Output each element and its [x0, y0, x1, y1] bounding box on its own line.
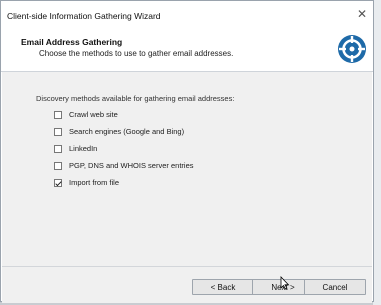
option-label: Search engines (Google and Bing): [69, 127, 185, 136]
checkbox-search-engines[interactable]: [54, 128, 62, 136]
target-crosshair-icon: [338, 35, 366, 63]
checkbox-linkedin[interactable]: [54, 145, 62, 153]
option-label: PGP, DNS and WHOIS server entries: [69, 161, 194, 170]
page-title: Email Address Gathering: [21, 37, 123, 47]
close-icon[interactable]: ✕: [357, 7, 367, 21]
page-subtitle: Choose the methods to use to gather emai…: [39, 49, 234, 58]
title-bar: Client-side Information Gathering Wizard…: [1, 1, 373, 30]
wizard-dialog: Client-side Information Gathering Wizard…: [0, 0, 374, 303]
option-label: LinkedIn: [69, 144, 98, 153]
option-label: Crawl web site: [69, 110, 118, 119]
cancel-button[interactable]: Cancel: [304, 279, 366, 295]
checkbox-crawl-web-site[interactable]: [54, 111, 62, 119]
wizard-header: Email Address Gathering Choose the metho…: [1, 29, 373, 72]
back-button[interactable]: < Back: [192, 279, 254, 295]
mouse-cursor-icon: [280, 276, 290, 290]
checkbox-import-from-file[interactable]: [54, 179, 62, 187]
wizard-footer: < Back Next > Cancel: [2, 266, 372, 303]
wizard-content: Discovery methods available for gatherin…: [2, 72, 372, 266]
methods-label: Discovery methods available for gatherin…: [36, 94, 235, 103]
option-label: Import from file: [69, 178, 120, 187]
window-title: Client-side Information Gathering Wizard: [7, 11, 161, 21]
checkbox-pgp-dns-whois[interactable]: [54, 162, 62, 170]
background-window-strip: [373, 0, 381, 305]
